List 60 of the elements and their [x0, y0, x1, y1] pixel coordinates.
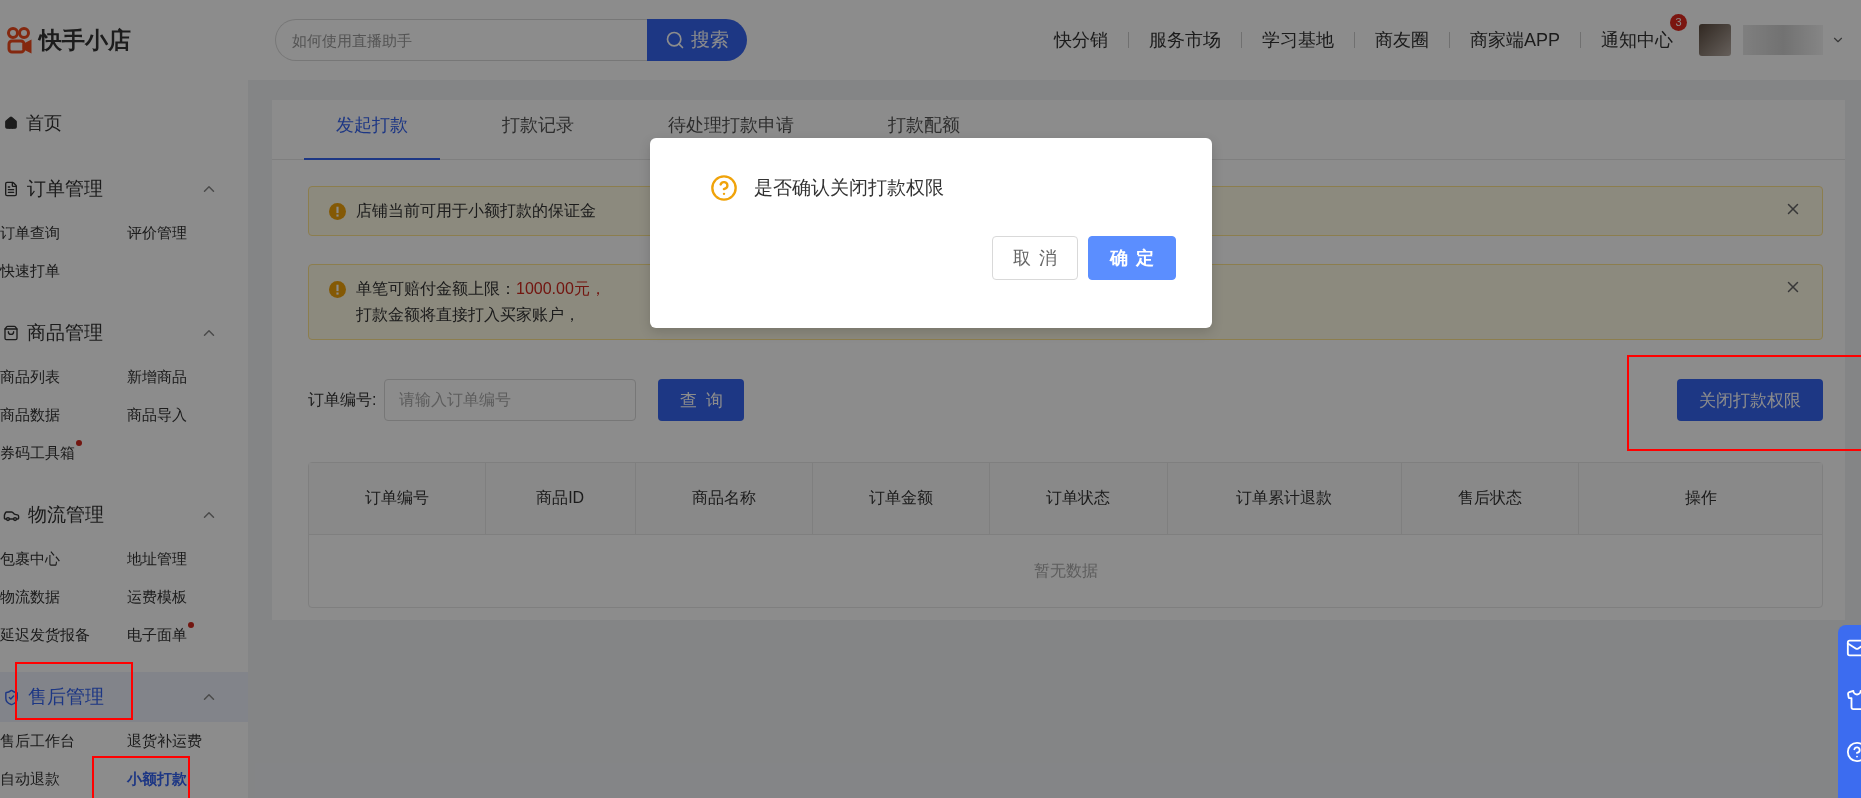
sidebar-item[interactable]: 评价管理: [127, 214, 247, 252]
sidebar-group[interactable]: 物流管理: [0, 490, 248, 540]
sidebar-item[interactable]: 运费模板: [127, 578, 247, 616]
sidebar-home-link[interactable]: 首页: [0, 100, 248, 146]
column-header: 商品ID: [485, 463, 636, 534]
column-header: 订单金额: [813, 463, 991, 534]
home-icon: [4, 116, 18, 130]
column-header: 订单累计退款: [1167, 463, 1402, 534]
cancel-button[interactable]: 取消: [992, 236, 1078, 280]
sidebar-item[interactable]: 商品数据: [0, 396, 127, 434]
sidebar-item[interactable]: 包裹中心: [0, 540, 127, 578]
tab[interactable]: 打款记录: [470, 100, 606, 160]
sidebar-item[interactable]: 延迟发货报备: [0, 616, 127, 654]
sidebar-item[interactable]: 小额打款: [127, 760, 247, 798]
column-header: 商品名称: [635, 463, 814, 534]
sidebar-item[interactable]: 券码工具箱: [0, 434, 127, 472]
column-header: 订单编号: [309, 463, 486, 534]
sidebar-item[interactable]: 电子面单: [127, 616, 247, 654]
confirm-button[interactable]: 确定: [1088, 236, 1176, 280]
tab[interactable]: 发起打款: [304, 100, 440, 160]
sidebar-item[interactable]: 商品列表: [0, 358, 127, 396]
search-button[interactable]: 搜索: [647, 19, 747, 61]
sidebar-item[interactable]: 自动退款: [0, 760, 127, 798]
notification-badge: 3: [1670, 14, 1687, 31]
nav-link[interactable]: 商家端APP: [1448, 32, 1580, 48]
sidebar-item[interactable]: 快速打单: [0, 252, 127, 290]
nav-link[interactable]: 服务市场: [1127, 32, 1241, 48]
warning-icon: [329, 203, 346, 220]
sidebar-item[interactable]: 订单查询: [0, 214, 127, 252]
logo-icon: [5, 26, 33, 54]
dialog-message: 是否确认关闭打款权限: [754, 176, 944, 200]
column-header: 售后状态: [1401, 463, 1580, 534]
sidebar-item[interactable]: 物流数据: [0, 578, 127, 616]
sidebar-item[interactable]: 商品导入: [127, 396, 247, 434]
alert-text: 打款金额将直接打入买家账户，: [356, 305, 581, 325]
sidebar-group[interactable]: 商品管理: [0, 308, 248, 358]
sidebar-group[interactable]: 订单管理: [0, 164, 248, 214]
warning-icon: [329, 281, 346, 298]
alert-text: 店铺当前可用于小额打款的保证金: [356, 201, 597, 221]
sidebar-group[interactable]: 售后管理: [0, 672, 248, 722]
query-button[interactable]: 查询: [658, 379, 745, 421]
logo-text: 快手小店: [39, 25, 131, 55]
nav-link[interactable]: 快分销: [1033, 32, 1128, 48]
search-icon: [665, 30, 685, 50]
order-number-label: 订单编号:: [308, 389, 377, 410]
sidebar-item[interactable]: 地址管理: [127, 540, 247, 578]
alert-text: 单笔可赔付金额上限：1000.00元，: [356, 279, 607, 299]
question-icon: [710, 174, 738, 202]
column-header: 订单状态: [990, 463, 1168, 534]
column-header: 操作: [1683, 488, 1718, 508]
bag-icon: [3, 325, 19, 341]
shield-icon: [3, 688, 20, 706]
nav-link[interactable]: 学习基地: [1240, 32, 1354, 48]
avatar[interactable]: [1699, 24, 1731, 56]
close-permission-button[interactable]: 关闭打款权限: [1677, 379, 1823, 421]
document-icon: [3, 181, 19, 197]
sidebar-item[interactable]: 退货补运费: [127, 722, 247, 760]
sidebar-item[interactable]: 新增商品: [127, 358, 247, 396]
sidebar-item[interactable]: 售后工作台: [0, 722, 127, 760]
nav-link[interactable]: 商友圈: [1353, 32, 1449, 48]
